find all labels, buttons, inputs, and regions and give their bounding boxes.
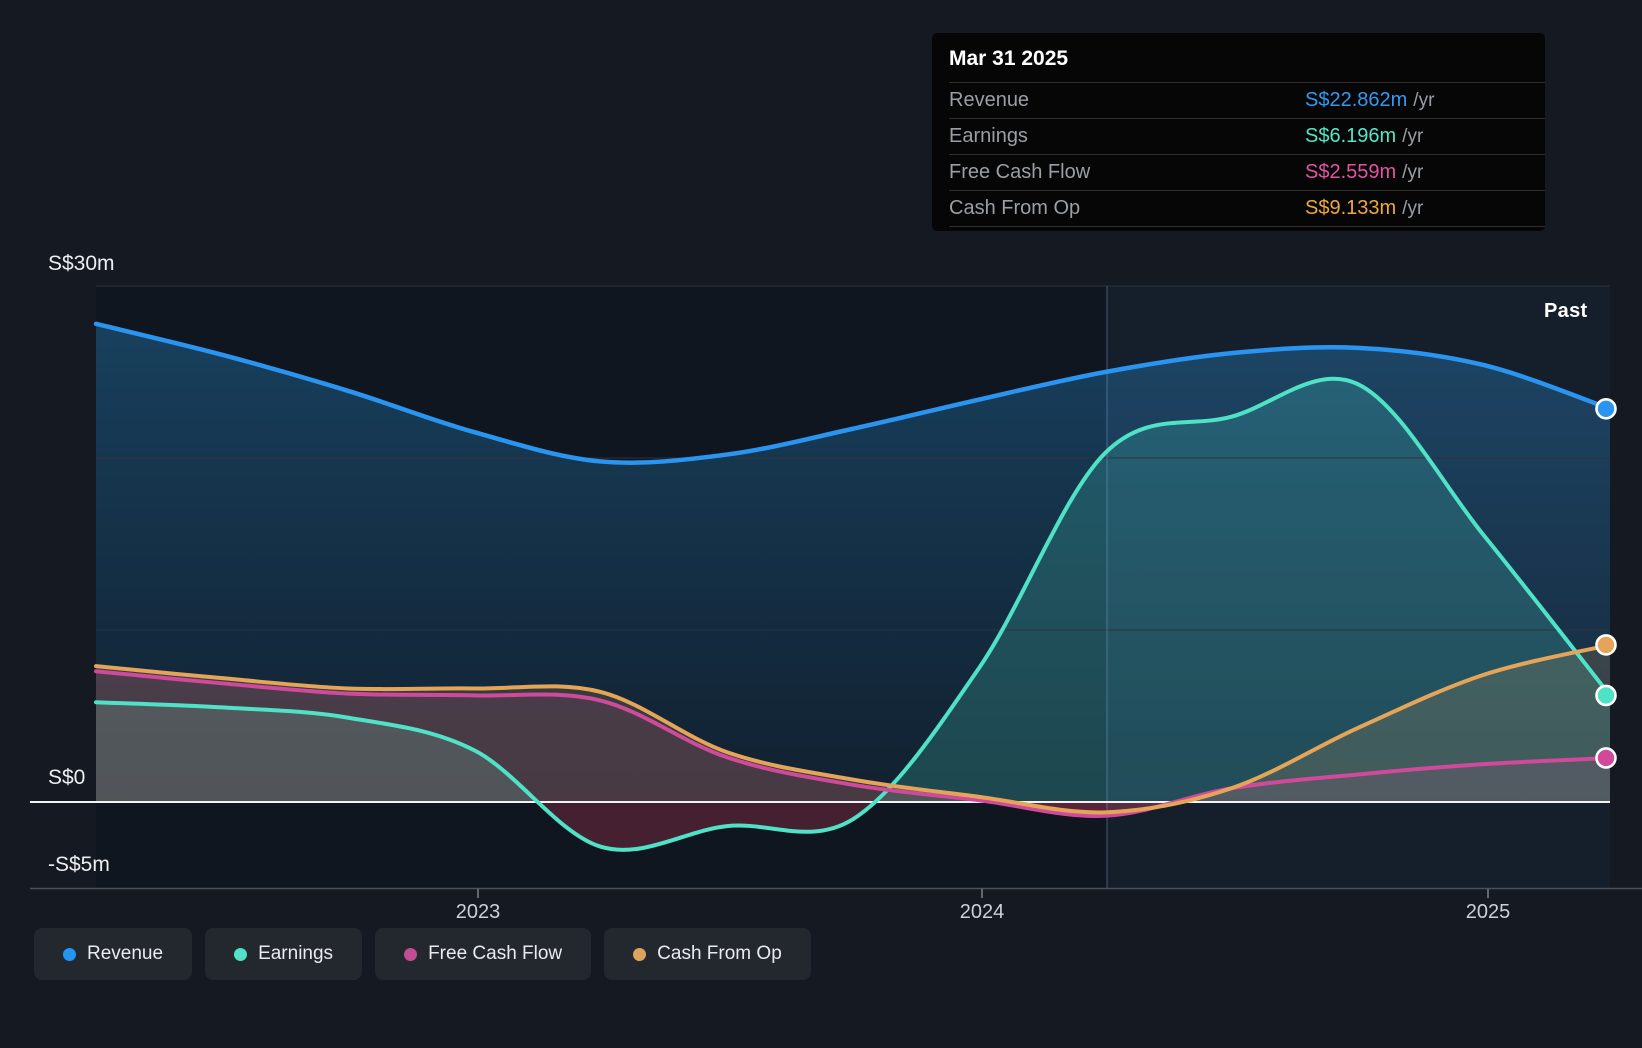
tooltip-row-revenue: Revenue S$22.862m/yr	[949, 82, 1545, 118]
free-cash-flow-dot-icon	[404, 947, 418, 961]
tooltip-value: S$22.862m/yr	[1305, 89, 1435, 111]
tooltip-date-title: Mar 31 2025	[949, 47, 1069, 70]
earnings-dot-icon	[234, 947, 248, 961]
tooltip-row-free-cash-flow: Free Cash Flow S$2.559m/yr	[949, 154, 1545, 190]
tooltip-row-earnings: Earnings S$6.196m/yr	[949, 118, 1545, 154]
past-period-label: Past	[1544, 300, 1588, 322]
x-axis-label-2025: 2025	[1465, 901, 1511, 923]
free-cash-flow-end-marker	[1595, 747, 1617, 769]
chart-legend: Revenue Earnings Free Cash Flow Cash Fro…	[34, 928, 811, 980]
tooltip-label: Free Cash Flow	[949, 161, 1091, 183]
past-period-highlight	[1107, 286, 1610, 888]
tooltip-row-cash-from-op: Cash From Op S$9.133m/yr	[949, 190, 1545, 227]
legend-item-earnings[interactable]: Earnings	[205, 928, 363, 980]
y-axis-label-neg5m: -S$5m	[48, 853, 110, 876]
tooltip-unit: /yr	[1402, 162, 1424, 183]
financial-history-chart: S$30m S$0 -S$5m 2023 2024 2025 Past Mar …	[0, 0, 1642, 1048]
cash-from-op-end-marker	[1595, 634, 1617, 656]
revenue-dot-icon	[63, 947, 76, 961]
tooltip-value: S$6.196m/yr	[1305, 125, 1424, 147]
earnings-end-marker	[1595, 684, 1617, 707]
tooltip-label: Cash From Op	[949, 197, 1081, 219]
legend-label: Earnings	[258, 943, 334, 964]
revenue-end-marker	[1595, 397, 1617, 420]
legend-item-cash-from-op[interactable]: Cash From Op	[604, 928, 811, 980]
x-axis-ticks	[477, 889, 1489, 898]
tooltip-unit: /yr	[1413, 90, 1435, 111]
legend-item-revenue[interactable]: Revenue	[34, 928, 193, 980]
cash-from-op-dot-icon	[633, 947, 647, 961]
legend-label: Free Cash Flow	[428, 943, 563, 964]
tooltip-label: Revenue	[949, 89, 1030, 111]
tooltip-unit: /yr	[1402, 126, 1424, 147]
x-axis-label-2024: 2024	[959, 901, 1005, 923]
y-axis-label-0: S$0	[48, 766, 86, 789]
hover-tooltip: Mar 31 2025 Revenue S$22.862m/yr Earning…	[932, 33, 1545, 231]
y-axis-label-30m: S$30m	[48, 252, 115, 275]
tooltip-unit: /yr	[1402, 198, 1424, 219]
x-axis-label-2023: 2023	[455, 901, 501, 923]
tooltip-value: S$9.133m/yr	[1305, 197, 1424, 219]
legend-label: Cash From Op	[657, 943, 782, 964]
tooltip-label: Earnings	[949, 125, 1028, 147]
legend-item-free-cash-flow[interactable]: Free Cash Flow	[375, 928, 592, 980]
tooltip-value: S$2.559m/yr	[1305, 161, 1424, 183]
legend-label: Revenue	[87, 943, 164, 964]
